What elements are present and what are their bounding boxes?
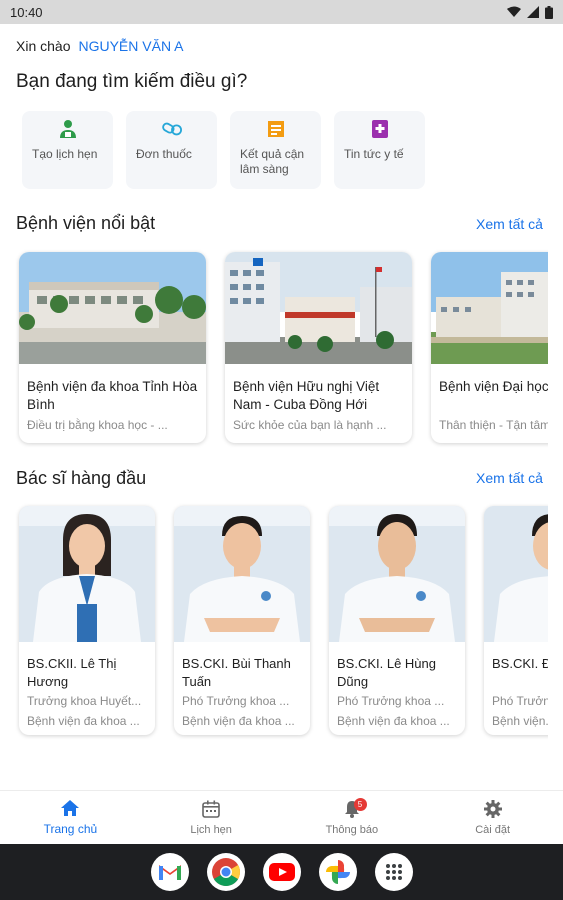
doctor-position: Trưởng khoa Huyết... — [27, 694, 142, 708]
status-time: 10:40 — [10, 4, 43, 20]
doctor-photo — [19, 506, 155, 642]
signal-icon — [527, 6, 539, 18]
hospitals-section-title: Bệnh viện nổi bật — [16, 213, 156, 233]
doctor-name: BS.CKI. Đ... Châu — [492, 656, 548, 671]
quick-actions: Tạo lịch hẹn Đơn thuốc Kết quả cận lâm s… — [22, 111, 425, 189]
lab-results-button[interactable]: Kết quả cận lâm sàng — [230, 111, 321, 189]
doctor-position: Phó Trưởng khoa ... — [337, 694, 445, 708]
doctors-section-title: Bác sĩ hàng đầu — [16, 468, 147, 488]
nav-label: Thông báo — [325, 823, 379, 836]
hospital-card[interactable]: Bệnh viện Hữu nghị Việt Nam - Cuba Đồng … — [225, 252, 412, 443]
youtube-icon[interactable] — [262, 853, 301, 891]
system-dock — [0, 844, 563, 900]
hospitals-see-all-link[interactable]: Xem tất cả — [476, 216, 548, 232]
hospital-desc: Sức khỏe của bạn là hạnh ... — [233, 418, 387, 432]
doctor-photo — [329, 506, 465, 642]
app-drawer-icon[interactable] — [374, 853, 413, 891]
chrome-icon[interactable] — [206, 853, 245, 891]
doctor-card[interactable]: BS.CKI. Lê Hùng Dũng Phó Trưởng khoa ...… — [329, 506, 465, 735]
wifi-icon — [507, 6, 521, 17]
doctor-hospital: Bệnh viện đa khoa ... — [27, 714, 140, 728]
status-icons — [507, 5, 553, 19]
doctors-see-all-link[interactable]: Xem tất cả — [476, 470, 548, 486]
hospital-desc: Điều trị bằng khoa học - ... — [27, 418, 168, 432]
hospital-list: Bệnh viện đa khoa Tỉnh Hòa Bình Điều trị… — [19, 252, 548, 443]
quick-action-label: Đơn thuốc — [136, 147, 192, 161]
nav-label: Trang chủ — [43, 821, 98, 836]
doctor-hospital: Bệnh viện... — [492, 714, 548, 728]
hospital-card[interactable]: Bệnh viện Đại học Cần Thơ Thân thiện - T… — [431, 252, 548, 443]
battery-icon — [545, 5, 553, 19]
bottom-navigation: Trang chủ Lịch hẹn 5 Thông báo Cài đặt — [0, 790, 563, 844]
photos-icon[interactable] — [318, 853, 357, 891]
lab-result-icon — [266, 119, 286, 139]
doctor-hospital: Bệnh viện đa khoa ... — [182, 714, 295, 728]
quick-action-label: Tạo lịch hẹn — [32, 147, 98, 161]
hospital-image — [225, 252, 412, 364]
nav-label: Cài đặt — [475, 823, 511, 836]
news-icon — [370, 119, 390, 139]
prescription-button[interactable]: Đơn thuốc — [126, 111, 217, 189]
user-name[interactable]: NGUYỄN VĂN A — [78, 38, 183, 54]
doctor-photo — [174, 506, 310, 642]
status-bar: 10:40 — [0, 0, 563, 24]
hospital-image — [19, 252, 206, 364]
doctor-hospital: Bệnh viện đa khoa ... — [337, 714, 450, 728]
calendar-icon — [202, 800, 220, 818]
doctor-position: Phó Trưởng khoa ... — [182, 694, 290, 708]
doctor-list: BS.CKII. Lê Thị Hương Trưởng khoa Huyết.… — [19, 506, 548, 735]
doctor-photo — [484, 506, 548, 642]
nav-label: Lịch hẹn — [190, 823, 232, 836]
nav-home[interactable]: Trang chủ — [0, 791, 141, 844]
hospital-card[interactable]: Bệnh viện đa khoa Tỉnh Hòa Bình Điều trị… — [19, 252, 206, 443]
hospital-image — [431, 252, 548, 364]
doctor-name: BS.CKI. Lê Hùng Dũng — [337, 656, 436, 689]
hospital-name: Bệnh viện Hữu nghị Việt Nam - Cuba Đồng … — [233, 379, 380, 412]
medical-news-button[interactable]: Tin tức y tế — [334, 111, 425, 189]
nav-settings[interactable]: Cài đặt — [422, 791, 563, 844]
nav-notifications[interactable]: 5 Thông báo — [282, 791, 423, 844]
quick-action-label: Tin tức y tế — [344, 147, 404, 161]
pill-icon — [162, 119, 182, 139]
create-appointment-button[interactable]: Tạo lịch hẹn — [22, 111, 113, 189]
hospital-name: Bệnh viện Đại học Cần Thơ — [439, 379, 548, 394]
greeting-hello: Xin chào — [16, 38, 71, 54]
notification-badge: 5 — [353, 798, 367, 811]
hospital-desc: Thân thiện - Tận tâm — [439, 418, 548, 432]
greeting: Xin chào NGUYỄN VĂN A — [16, 38, 184, 54]
doctor-position: Phó Trưởng... — [492, 694, 548, 708]
page-title: Bạn đang tìm kiếm điều gì? — [16, 71, 248, 92]
doctor-card[interactable]: BS.CKI. Đ... Châu Phó Trưởng... Bệnh việ… — [484, 506, 548, 735]
doctor-name: BS.CKII. Lê Thị Hương — [27, 656, 117, 689]
gmail-icon[interactable] — [150, 853, 189, 891]
quick-action-label: Kết quả cận lâm sàng — [240, 147, 305, 176]
gear-icon — [483, 799, 502, 818]
doctor-name: BS.CKI. Bùi Thanh Tuấn — [182, 656, 291, 689]
doctor-card[interactable]: BS.CKI. Bùi Thanh Tuấn Phó Trưởng khoa .… — [174, 506, 310, 735]
nav-appointments[interactable]: Lịch hẹn — [141, 791, 282, 844]
hospital-name: Bệnh viện đa khoa Tỉnh Hòa Bình — [27, 379, 198, 412]
home-icon — [61, 799, 80, 816]
doctor-card[interactable]: BS.CKII. Lê Thị Hương Trưởng khoa Huyết.… — [19, 506, 155, 735]
user-calendar-icon — [58, 119, 78, 139]
